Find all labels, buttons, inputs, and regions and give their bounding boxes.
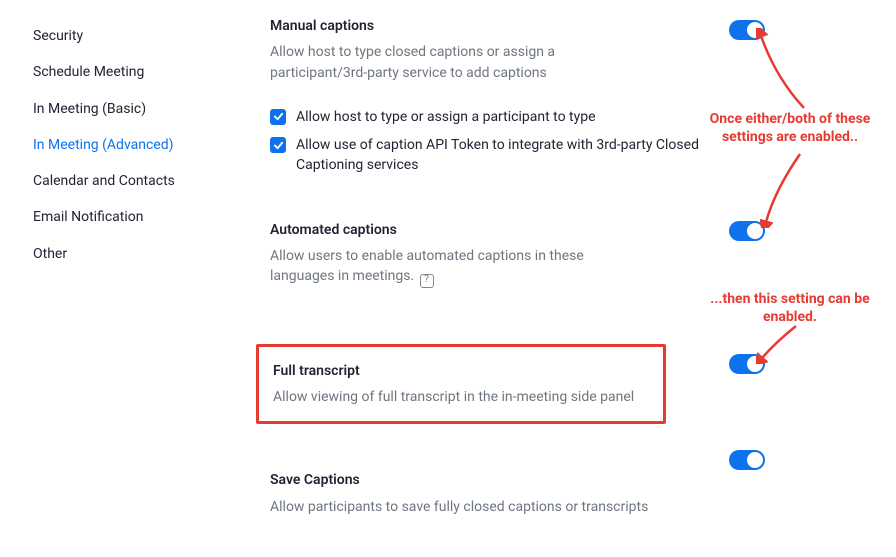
toggle-full-transcript[interactable]	[729, 354, 765, 374]
settings-sidebar: Security Schedule Meeting In Meeting (Ba…	[33, 18, 233, 272]
setting-title: Manual captions	[270, 16, 776, 36]
check-label: Allow host to type or assign a participa…	[296, 107, 596, 127]
setting-manual-captions: Manual captions Allow host to type close…	[270, 16, 776, 176]
sidebar-item-calendar-contacts[interactable]: Calendar and Contacts	[33, 163, 233, 199]
toggle-save-captions[interactable]	[729, 450, 765, 470]
settings-content: Manual captions Allow host to type close…	[270, 16, 776, 557]
check-allow-api-token[interactable]: Allow use of caption API Token to integr…	[270, 135, 700, 176]
checkbox-icon[interactable]	[270, 109, 286, 125]
toggle-manual-captions[interactable]	[729, 20, 765, 40]
sidebar-item-security[interactable]: Security	[33, 18, 233, 54]
sidebar-item-schedule-meeting[interactable]: Schedule Meeting	[33, 54, 233, 90]
highlight-box: Full transcript Allow viewing of full tr…	[256, 344, 666, 425]
setting-full-transcript: Full transcript Allow viewing of full tr…	[270, 344, 776, 425]
sidebar-item-email-notification[interactable]: Email Notification	[33, 199, 233, 235]
sidebar-item-other[interactable]: Other	[33, 236, 233, 272]
setting-title: Automated captions	[270, 220, 776, 240]
annotation-then-enabled: ...then this setting can be enabled.	[700, 290, 880, 326]
setting-automated-captions: Automated captions Allow users to enable…	[270, 220, 776, 288]
setting-desc: Allow host to type closed captions or as…	[270, 42, 630, 83]
check-allow-host-type[interactable]: Allow host to type or assign a participa…	[270, 107, 700, 127]
sidebar-item-in-meeting-basic[interactable]: In Meeting (Basic)	[33, 91, 233, 127]
setting-desc: Allow viewing of full transcript in the …	[273, 387, 649, 407]
check-label: Allow use of caption API Token to integr…	[296, 135, 700, 176]
checkbox-icon[interactable]	[270, 137, 286, 153]
info-icon[interactable]: ?	[420, 274, 434, 288]
toggle-automated-captions[interactable]	[729, 221, 765, 241]
sidebar-item-in-meeting-advanced[interactable]: In Meeting (Advanced)	[33, 127, 233, 163]
setting-save-captions: Save Captions Allow participants to save…	[270, 470, 776, 517]
setting-title: Save Captions	[270, 470, 776, 490]
annotation-enabled: Once either/both of these settings are e…	[695, 110, 885, 146]
setting-title: Full transcript	[273, 361, 649, 381]
setting-desc: Allow users to enable automated captions…	[270, 246, 630, 288]
